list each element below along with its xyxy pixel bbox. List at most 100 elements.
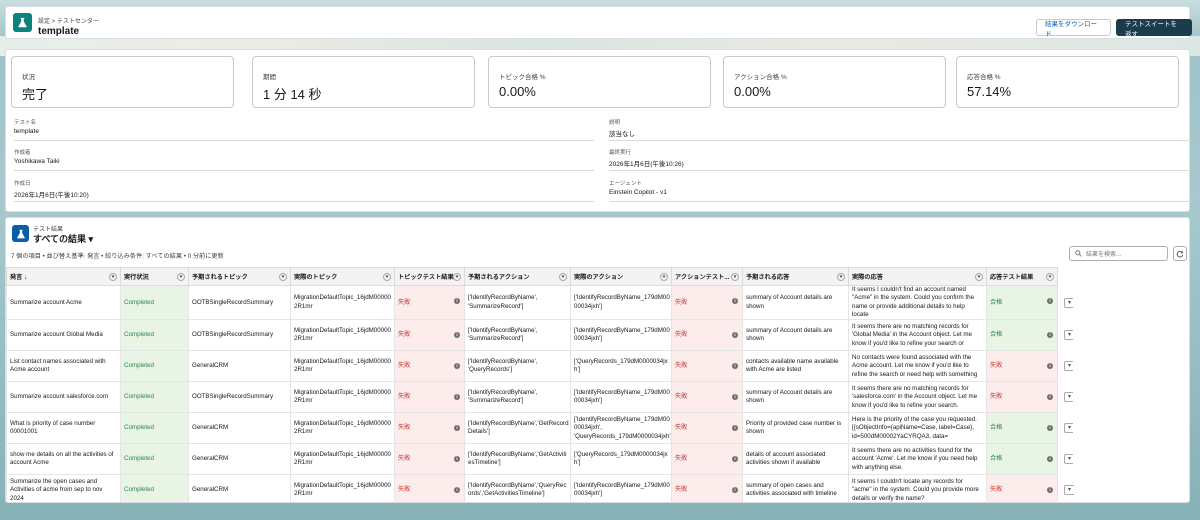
- row-action-dropdown-button[interactable]: ▾: [1064, 361, 1074, 372]
- status-cell: Completed: [120, 284, 189, 321]
- expected-response-cell: summary of Account details are shown: [742, 381, 849, 414]
- table-row: Summarize account salesforce.com Complete…: [6, 381, 1074, 414]
- info-icon[interactable]: i: [454, 425, 460, 432]
- column-header[interactable]: 実際のトピック ▾: [290, 267, 395, 286]
- column-header[interactable]: 実行状況 ▾: [120, 267, 189, 286]
- created-date-field: 作成日 2026年1月6日(午後10:20): [14, 179, 594, 202]
- status-label: 状況: [22, 74, 35, 81]
- agent-field: エージェント Einstein Copilot - v1: [609, 179, 1189, 202]
- info-icon[interactable]: i: [454, 298, 460, 304]
- column-header[interactable]: 応答テスト結果 ▾: [986, 267, 1058, 286]
- topic-result-cell: 失敗 i: [394, 474, 465, 502]
- status-value: 完了: [22, 87, 49, 102]
- topic-pass-value: 0.00%: [499, 84, 536, 99]
- topic-result-cell: 失敗 i: [394, 319, 465, 352]
- topic-result-cell: 失敗 i: [394, 350, 465, 383]
- column-header[interactable]: 予期されるアクション ▾: [464, 267, 571, 286]
- actual-response-cell: It seems I couldn't find an account name…: [848, 284, 987, 321]
- expected-action-cell: ['IdentifyRecordByName', 'SummarizeRecor…: [464, 319, 571, 352]
- info-icon[interactable]: i: [454, 332, 460, 339]
- actual-response-cell: It seems there are no matching records f…: [848, 319, 987, 352]
- info-icon[interactable]: i: [454, 363, 460, 370]
- actual-topic-cell: MigrationDefaultTopic_16jdM00000 2R1mr: [290, 381, 395, 414]
- info-icon[interactable]: i: [1047, 394, 1053, 401]
- row-actions-cell: ▾: [1058, 413, 1074, 444]
- utterance-cell: Summarize account salesforce.com: [6, 381, 121, 414]
- response-pass-card: 応答合格 % 57.14%: [956, 56, 1179, 108]
- info-icon[interactable]: i: [1047, 332, 1053, 339]
- info-icon[interactable]: i: [454, 394, 460, 401]
- results-search-input[interactable]: 結果を検索...: [1069, 246, 1168, 261]
- info-icon[interactable]: i: [732, 456, 738, 463]
- action-result-cell: 失敗 i: [671, 381, 743, 414]
- expected-topic-cell: OOTBSingleRecordSummary: [188, 319, 291, 352]
- response-result-cell: 合格 i: [986, 319, 1058, 352]
- search-icon: [1075, 250, 1082, 257]
- duration-value: 1 分 14 秒: [263, 87, 322, 102]
- test-center-icon: [13, 13, 32, 32]
- row-action-dropdown-button[interactable]: ▾: [1064, 485, 1074, 496]
- row-action-dropdown-button[interactable]: ▾: [1064, 297, 1074, 308]
- results-view-selector[interactable]: すべての結果 ▾: [33, 232, 93, 245]
- expected-response-cell: details of account associated activities…: [742, 443, 849, 476]
- expected-topic-cell: OOTBSingleRecordSummary: [188, 381, 291, 414]
- column-header[interactable]: 予期されるトピック ▾: [188, 267, 291, 286]
- expected-topic-cell: GeneralCRM: [188, 474, 291, 502]
- actual-topic-cell: MigrationDefaultTopic_16jdM00000 2R1mr: [290, 350, 395, 383]
- row-action-dropdown-button[interactable]: ▾: [1064, 330, 1074, 341]
- refresh-button[interactable]: [1173, 246, 1187, 261]
- info-icon[interactable]: i: [732, 298, 738, 304]
- info-icon[interactable]: i: [732, 487, 738, 494]
- topic-result-cell: 失敗 i: [394, 412, 465, 445]
- table-row: show me details on all the activities of…: [6, 443, 1074, 476]
- download-results-button[interactable]: 結果をダウンロード: [1036, 19, 1111, 38]
- info-icon[interactable]: i: [1047, 425, 1053, 432]
- chevron-down-icon: ▾: [279, 273, 287, 281]
- column-header[interactable]: アクションテスト... ▾: [671, 267, 743, 286]
- row-action-dropdown-button[interactable]: ▾: [1064, 392, 1074, 403]
- status-card: 状況 完了: [11, 56, 234, 108]
- actual-response-cell: No contacts were found associated with t…: [848, 350, 987, 383]
- info-icon[interactable]: i: [732, 363, 738, 370]
- row-actions-cell: ▾: [1058, 382, 1074, 413]
- creator-field: 作成者 Yoshikawa Taiki: [14, 148, 594, 171]
- actual-topic-cell: MigrationDefaultTopic_16jdM00000 2R1mr: [290, 412, 395, 445]
- info-icon[interactable]: i: [732, 332, 738, 339]
- expected-response-cell: summary of open cases and activities ass…: [742, 474, 849, 502]
- action-pass-label: アクション合格 %: [734, 74, 787, 81]
- expected-action-cell: ['IdentifyRecordByName','GetActiviti esT…: [464, 443, 571, 476]
- column-header[interactable]: 実際のアクション ▾: [570, 267, 672, 286]
- info-icon[interactable]: i: [732, 394, 738, 401]
- column-header[interactable]: 実際の応答 ▾: [848, 267, 987, 286]
- actions-header: [1057, 267, 1074, 286]
- expected-action-cell: ['IdentifyRecordByName','QueryRec ords',…: [464, 474, 571, 502]
- summary-panel: 状況 完了 期間 1 分 14 秒 トピック合格 % 0.00% アクション合格…: [5, 49, 1190, 212]
- status-cell: Completed: [120, 443, 189, 476]
- column-header[interactable]: 予期される応答 ▾: [742, 267, 849, 286]
- breadcrumb[interactable]: 設定 > テストセンター: [38, 16, 99, 25]
- topic-result-cell: 失敗 i: [394, 443, 465, 476]
- column-header[interactable]: 発言 ↓ ▾: [6, 267, 121, 286]
- row-action-dropdown-button[interactable]: ▾: [1064, 423, 1074, 434]
- chevron-down-icon: ▾: [1046, 273, 1054, 281]
- info-icon[interactable]: i: [732, 425, 738, 432]
- column-header[interactable]: トピックテスト結果 ▾: [394, 267, 465, 286]
- actual-response-cell: It seems I couldn't locate any records f…: [848, 474, 987, 502]
- actual-action-cell: ['IdentifyRecordByName_179dM00 00034jxh'…: [570, 412, 672, 445]
- action-result-cell: 失敗 i: [671, 350, 743, 383]
- info-icon[interactable]: i: [1047, 363, 1053, 370]
- expected-response-cell: contacts available name available with A…: [742, 350, 849, 383]
- row-action-dropdown-button[interactable]: ▾: [1064, 454, 1074, 465]
- info-icon[interactable]: i: [1047, 456, 1053, 463]
- return-test-suite-button[interactable]: テストスイートを返す: [1116, 19, 1192, 38]
- table-row: Summarize account Acme Completed OOTBSingl…: [6, 284, 1074, 321]
- expected-action-cell: ['IdentifyRecordByName', 'QueryRecords']: [464, 350, 571, 383]
- refresh-icon: [1176, 250, 1184, 257]
- chevron-down-icon: ▾: [177, 273, 185, 281]
- action-result-cell: 失敗 i: [671, 284, 743, 321]
- info-icon[interactable]: i: [1047, 487, 1053, 494]
- info-icon[interactable]: i: [1047, 298, 1053, 304]
- test-name-field: テスト名 template: [14, 118, 594, 141]
- info-icon[interactable]: i: [454, 456, 460, 463]
- info-icon[interactable]: i: [454, 487, 460, 494]
